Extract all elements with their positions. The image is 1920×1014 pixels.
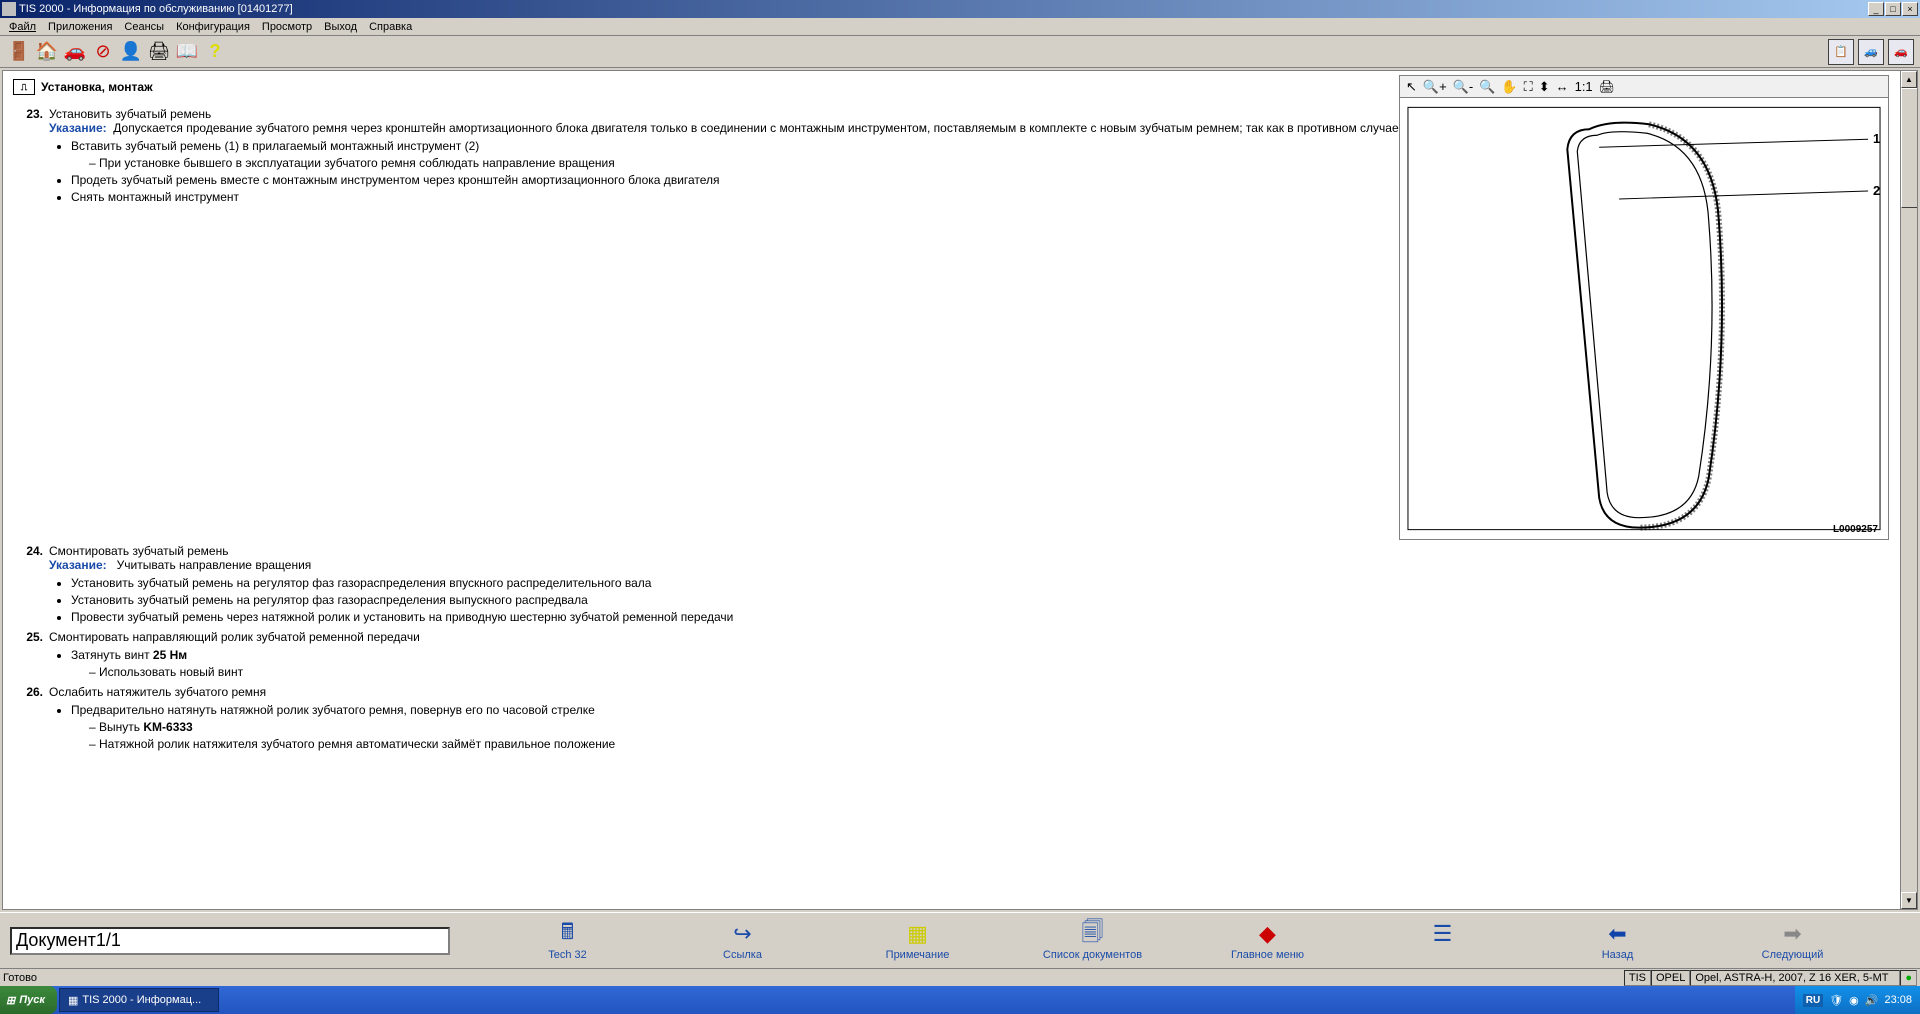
menu-exit[interactable]: Выход: [318, 20, 363, 34]
tool-r3-icon[interactable]: 🚗: [1888, 39, 1914, 65]
diagram-id: L0009257: [1833, 524, 1878, 535]
scroll-thumb[interactable]: [1901, 88, 1918, 208]
home-icon[interactable]: 🏠: [34, 39, 60, 65]
arrow-right-icon: ➡: [1778, 921, 1808, 947]
titlebar: TIS 2000 - Информация по обслуживанию [0…: [0, 0, 1920, 18]
diagram-toolbar: ↖ 🔍+ 🔍- 🔍 ✋ ⛶ ⬍ ↔ 1:1 🖨: [1400, 76, 1888, 98]
link-arrow-icon: ↪: [728, 921, 758, 947]
arrow-left-icon: ⬅: [1603, 921, 1633, 947]
status-vehicle: Opel, ASTRA-H, 2007, Z 16 XER, 5-MT: [1690, 970, 1900, 986]
diamond-icon: ◆: [1253, 921, 1283, 947]
car-icon[interactable]: 🚗: [62, 39, 88, 65]
system-tray[interactable]: RU 🛡 ◉ 🔊 23:08: [1795, 986, 1920, 1014]
fit-page-icon[interactable]: ↔: [1556, 79, 1569, 94]
scrollbar-vertical[interactable]: ▲ ▼: [1900, 71, 1917, 909]
tray-network-icon[interactable]: ◉: [1849, 994, 1859, 1007]
btn-back[interactable]: ⬅Назад: [1558, 921, 1678, 961]
app-task-icon: ▦: [68, 994, 78, 1007]
scroll-up-button[interactable]: ▲: [1901, 71, 1917, 88]
menu-help[interactable]: Справка: [363, 20, 418, 34]
tool-r2-icon[interactable]: 🚙: [1858, 39, 1884, 65]
windows-logo-icon: ⊞: [6, 994, 15, 1007]
section-title: Установка, монтаж: [41, 80, 153, 94]
svg-text:1: 1: [1873, 131, 1880, 146]
document-field[interactable]: Документ1/1: [10, 927, 450, 955]
list-icon: ☰: [1428, 921, 1458, 947]
menu-file[interactable]: Файл: [3, 20, 42, 34]
btn-doclist[interactable]: 🗐Список документов: [1033, 921, 1153, 961]
section-icon: ⎍: [13, 79, 35, 95]
print-icon[interactable]: 🖨: [146, 39, 172, 65]
statusbar: Готово TIS OPEL Opel, ASTRA-H, 2007, Z 1…: [0, 968, 1920, 986]
tray-shield-icon[interactable]: 🛡: [1829, 994, 1843, 1007]
start-button[interactable]: ⊞Пуск: [0, 986, 57, 1014]
pan-icon[interactable]: ✋: [1501, 79, 1517, 95]
documents-icon: 🗐: [1078, 921, 1108, 947]
cancel-icon[interactable]: ⊘: [90, 39, 116, 65]
fit-width-icon[interactable]: ⛶: [1524, 79, 1533, 95]
scroll-down-button[interactable]: ▼: [1901, 892, 1917, 909]
taskbar: ⊞Пуск ▦TIS 2000 - Информац... RU 🛡 ◉ 🔊 2…: [0, 986, 1920, 1014]
tool-r1-icon[interactable]: 📋: [1828, 39, 1854, 65]
note-icon: ▦: [903, 921, 933, 947]
step-25-bullets: Затянуть винт 25 Нм Использовать новый в…: [71, 648, 1917, 679]
status-make: OPEL: [1651, 970, 1690, 986]
calculator-icon: 🖩: [553, 921, 583, 947]
tray-volume-icon[interactable]: 🔊: [1865, 994, 1879, 1007]
zoom-in-icon[interactable]: 🔍+: [1423, 79, 1447, 95]
btn-next[interactable]: ➡Следующий: [1733, 921, 1853, 961]
step-24: 24. Смонтировать зубчатый ремень Указани…: [23, 544, 1917, 572]
help-icon[interactable]: ?: [202, 39, 228, 65]
btn-link[interactable]: ↪Ссылка: [683, 921, 803, 961]
tray-clock[interactable]: 23:08: [1884, 994, 1912, 1006]
status-tis: TIS: [1624, 970, 1651, 986]
svg-text:2: 2: [1873, 183, 1880, 198]
menubar: Файл Приложения Сеансы Конфигурация Прос…: [0, 18, 1920, 36]
step-25: 25. Смонтировать направляющий ролик зубч…: [23, 630, 1917, 644]
step-24-bullets: Установить зубчатый ремень на регулятор …: [71, 576, 1917, 624]
scale-11-icon[interactable]: 1:1: [1575, 79, 1593, 94]
window-title: TIS 2000 - Информация по обслуживанию [0…: [19, 3, 293, 15]
language-indicator[interactable]: RU: [1803, 994, 1823, 1007]
taskbar-app-tis[interactable]: ▦TIS 2000 - Информац...: [59, 988, 219, 1012]
diagram-panel: ↖ 🔍+ 🔍- 🔍 ✋ ⛶ ⬍ ↔ 1:1 🖨: [1399, 75, 1889, 540]
minimize-button[interactable]: _: [1868, 2, 1884, 16]
menu-apps[interactable]: Приложения: [42, 20, 118, 34]
print-diagram-icon[interactable]: 🖨: [1599, 79, 1616, 95]
user-icon[interactable]: 👤: [118, 39, 144, 65]
fit-height-icon[interactable]: ⬍: [1539, 79, 1550, 95]
app-icon: [2, 2, 16, 16]
step-26: 26. Ослабить натяжитель зубчатого ремня: [23, 685, 1917, 699]
bottom-bar: Документ1/1 🖩Tech 32 ↪Ссылка ▦Примечание…: [0, 912, 1920, 968]
menu-sessions[interactable]: Сеансы: [118, 20, 170, 34]
exit-icon[interactable]: 🚪: [6, 39, 32, 65]
status-indicator-icon: ●: [1900, 970, 1917, 986]
menu-view[interactable]: Просмотр: [256, 20, 318, 34]
maximize-button[interactable]: □: [1885, 2, 1901, 16]
btn-tech32[interactable]: 🖩Tech 32: [508, 921, 628, 961]
book-icon[interactable]: 📖: [174, 39, 200, 65]
status-ready: Готово: [3, 972, 37, 984]
menu-config[interactable]: Конфигурация: [170, 20, 256, 34]
zoom-out-icon[interactable]: 🔍-: [1453, 79, 1474, 95]
content-area: ⎍ Установка, монтаж 23. Установить зубча…: [2, 70, 1918, 910]
pointer-icon[interactable]: ↖: [1406, 79, 1417, 95]
step-26-bullets: Предварительно натянуть натяжной ролик з…: [71, 703, 1917, 751]
close-button[interactable]: ×: [1902, 2, 1918, 16]
diagram-svg[interactable]: 1 2: [1400, 98, 1888, 539]
toolbar-main: 🚪 🏠 🚗 ⊘ 👤 🖨 📖 ? 📋 🚙 🚗: [0, 36, 1920, 68]
btn-mainmenu[interactable]: ◆Главное меню: [1208, 921, 1328, 961]
btn-list[interactable]: ☰x: [1383, 921, 1503, 961]
btn-note[interactable]: ▦Примечание: [858, 921, 978, 961]
zoom-icon[interactable]: 🔍: [1479, 79, 1495, 95]
